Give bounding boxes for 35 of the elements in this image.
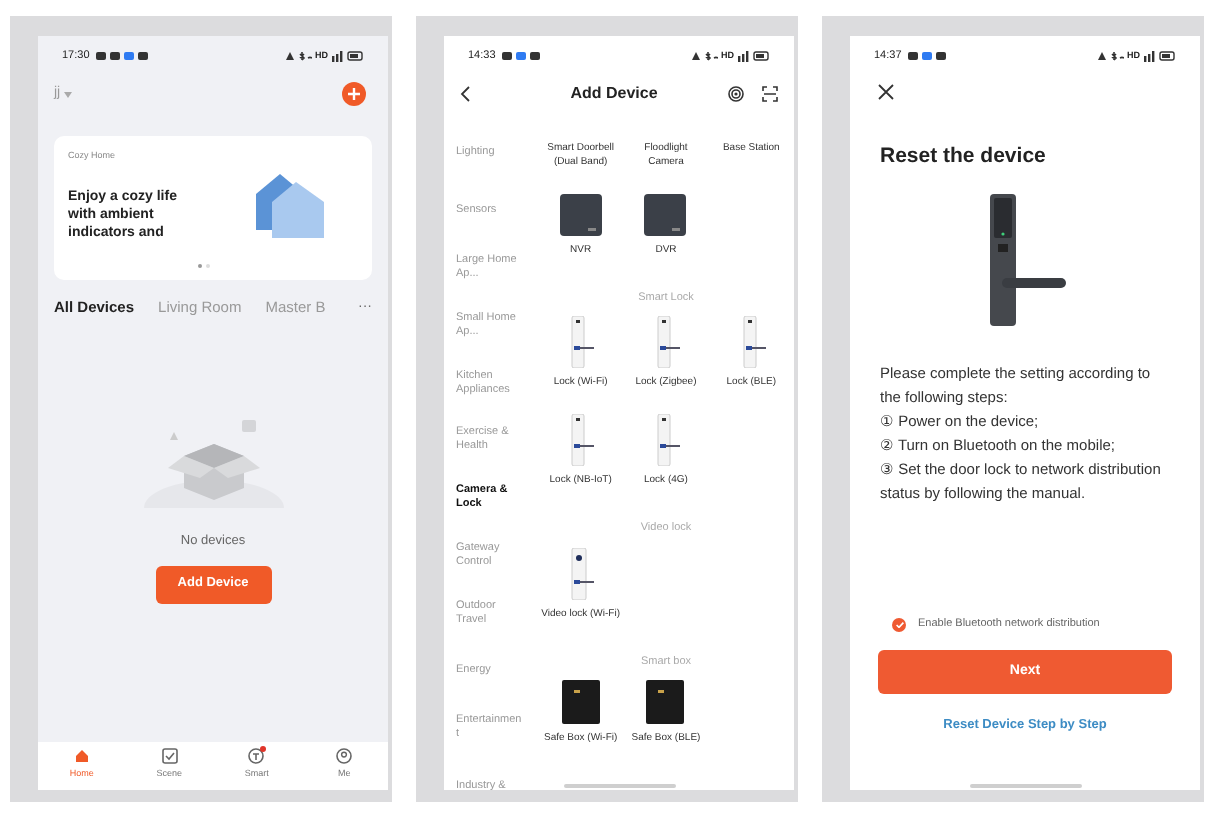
dropdown-icon [64,91,73,97]
screen-title: Add Device [568,82,660,106]
screen-title: Reset the device [880,142,1048,172]
signal-battery-icons [1144,50,1176,62]
home-indicator [564,784,676,788]
scan-icon [762,86,778,102]
nearby-scan-button[interactable] [728,86,744,102]
status-icons [689,50,717,62]
back-button[interactable] [460,84,476,104]
door-lock-image [985,193,1065,326]
add-button[interactable] [342,82,366,106]
circle-icon [248,748,265,765]
close-icon [878,84,894,100]
home-icon [73,748,90,765]
bluetooth-checkbox[interactable] [892,617,906,632]
close-button[interactable] [878,84,894,100]
plus-icon [348,88,360,100]
signal-battery-icons [738,50,770,62]
back-icon [460,86,470,102]
notification-icons [501,50,544,62]
safe-box-image [646,679,685,724]
empty-box-illustration [143,416,283,508]
recorder-device-image [644,194,687,236]
status-icons [1095,50,1123,62]
status-icons [283,50,311,62]
scan-button[interactable] [762,86,778,102]
signal-battery-icons [332,50,364,62]
checkbox-icon [161,748,178,765]
recorder-device-image [559,194,602,236]
home-indicator [970,784,1082,788]
notification-icons [95,50,152,62]
safe-box-image [561,679,600,724]
notification-icons [907,50,950,62]
check-icon [895,621,903,628]
radar-icon [728,86,744,102]
